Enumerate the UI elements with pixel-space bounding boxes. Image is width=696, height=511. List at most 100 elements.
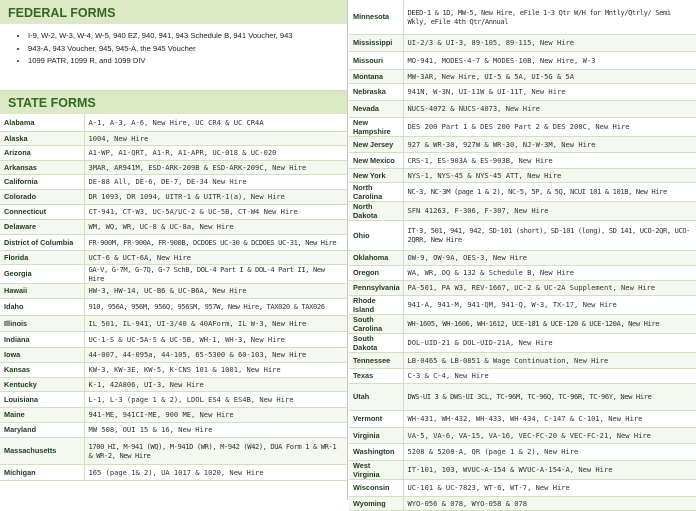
- state-name: Illinois: [0, 315, 85, 332]
- state-forms: NC-3, NC-3M (page 1 & 2), NC-5, 5P, & 5Q…: [403, 182, 696, 202]
- state-name: Oregon: [349, 265, 404, 281]
- state-name: Nevada: [349, 100, 404, 118]
- state-row: Kansas KW-3, KW-3E, KW-5, K-CNS 101 & 100…: [0, 362, 347, 378]
- state-forms: 3MAR, AR941M, ESD-ARK-209B & ESD-ARK-209…: [84, 160, 347, 175]
- federal-form-item: I-9, W-2, W-3, W-4, W-5, 940 EZ, 940, 94…: [28, 30, 341, 43]
- state-row: Delaware WM, WQ, WR, UC-8 & UC-8a, New Hi…: [0, 219, 347, 235]
- state-forms: UC-1-S & UC-5A-S & UC-5B, WH-1, WH-3, Ne…: [84, 331, 347, 348]
- state-row: Maine 941-ME, 941CI-ME, 900 ME, New Hire: [0, 407, 347, 423]
- state-row: New York NYS-1, NYS-45 & NYS-45 ATT, New …: [349, 168, 696, 183]
- state-row: North Dakota SFN 41263, F-306, F-307, New…: [349, 201, 696, 221]
- state-row: North Carolina NC-3, NC-3M (page 1 & 2), …: [349, 182, 696, 202]
- state-name: Minnesota: [349, 0, 404, 35]
- state-row: Rhode Island 941-A, 941-M, 941-QM, 941-Q,…: [349, 295, 696, 315]
- state-name: Virginia: [349, 427, 404, 444]
- state-name: Kansas: [0, 362, 85, 378]
- state-row: Texas C-3 & C-4, New Hire: [349, 368, 696, 384]
- state-name: Indiana: [0, 331, 85, 348]
- state-row: Ohio IT-3, 501, 941, 942, SD-101 (short),…: [349, 220, 696, 251]
- state-forms: IT-101, 103, WVUC-A-154 & WVUC-A-154-A, …: [403, 460, 696, 480]
- state-forms: CT-941, CT-W3, UC-5A/UC-2 & UC-5B, CT-W4…: [84, 204, 347, 220]
- state-forms: WH-431, WH-432, WH-433, WH-434, C-147 & …: [403, 410, 696, 428]
- state-name: Maryland: [0, 422, 85, 438]
- state-name: Alaska: [0, 131, 85, 146]
- state-row: New Hampshire DES 200 Part 1 & DES 200 Pa…: [349, 117, 696, 137]
- state-name: Missouri: [349, 51, 404, 70]
- state-forms-table-left: Alabama A-1, A-3, A-6, New Hire, UC CR4 &…: [0, 114, 347, 481]
- state-forms: HW-3, HW-14, UC-B6 & UC-B6A, New Hire: [84, 283, 347, 299]
- state-name: Alabama: [0, 114, 85, 132]
- state-name: Delaware: [0, 219, 85, 235]
- state-forms: K-1, 42A806, UI-3, New Hire: [84, 377, 347, 392]
- state-name: Nebraska: [349, 83, 404, 101]
- state-forms-heading: STATE FORMS: [0, 90, 347, 114]
- state-name: Kentucky: [0, 377, 85, 392]
- state-forms: NUCS-4072 & NUCS-4073, New Hire: [403, 100, 696, 118]
- state-row: Connecticut CT-941, CT-W3, UC-5A/UC-2 & U…: [0, 204, 347, 220]
- state-name: New York: [349, 168, 404, 183]
- state-row: Alabama A-1, A-3, A-6, New Hire, UC CR4 &…: [0, 114, 347, 132]
- state-row: Wyoming WYO-056 & 078, WYO-058 & 078: [349, 496, 696, 511]
- state-row: Indiana UC-1-S & UC-5A-S & UC-5B, WH-1, W…: [0, 331, 347, 348]
- state-name: Georgia: [0, 264, 85, 284]
- state-name: Wisconsin: [349, 479, 404, 497]
- state-row: Nebraska 941N, W-3N, UI-11W & UI-11T, New…: [349, 83, 696, 101]
- state-forms-table-right: Minnesota DEED-1 & 1D, MW-5, New Hire, eF…: [349, 0, 696, 511]
- state-name: Hawaii: [0, 283, 85, 299]
- state-name: Wyoming: [349, 496, 404, 511]
- state-forms: 910, 956A, 956M, 956Q, 956SM, 957W, New …: [84, 298, 347, 316]
- state-row: Louisiana L-1, L-3 (page 1 & 2), LDOL ES4…: [0, 391, 347, 408]
- state-forms: MO-941, MODES-4-7 & MODES-10B, New Hire,…: [403, 51, 696, 70]
- state-row: California DE-88 All, DE-6, DE-7, DE-34 N…: [0, 174, 347, 190]
- state-row: Georgia GA-V, G-7M, G-7Q, G-7 SchB, DOL-4…: [0, 264, 347, 284]
- state-forms: 941-A, 941-M, 941-QM, 941-Q, W-3, TX-17,…: [403, 295, 696, 315]
- state-row: Iowa 44-007, 44-095a, 44-105, 65-5300 & 6…: [0, 347, 347, 363]
- state-forms: UI-2/3 & UI-3, 89-105, 89-115, New Hire: [403, 34, 696, 52]
- state-row: Maryland MW 508, OUI 15 & 16, New Hire: [0, 422, 347, 438]
- state-row: Pennsylvania PA-501, PA W3, REV-1667, UC-…: [349, 280, 696, 296]
- federal-form-item: 943-A, 943 Voucher, 945, 945-A, the 945 …: [28, 43, 341, 56]
- state-row: Vermont WH-431, WH-432, WH-433, WH-434, C…: [349, 410, 696, 428]
- state-name: Texas: [349, 368, 404, 384]
- state-forms: WM, WQ, WR, UC-8 & UC-8a, New Hire: [84, 219, 347, 235]
- state-row: Utah DWS-UI 3 & DWS-UI 3CL, TC-96M, TC-96…: [349, 383, 696, 411]
- state-row: Colorado DR 1093, DR 1094, UITR-1 & UITR-…: [0, 189, 347, 205]
- state-forms: LB-0465 & LB-0851 & Wage Continuation, N…: [403, 352, 696, 369]
- state-name: Oklahoma: [349, 250, 404, 266]
- state-forms: 1004, New Hire: [84, 131, 347, 146]
- state-name: Iowa: [0, 347, 85, 363]
- state-name: New Mexico: [349, 152, 404, 169]
- state-forms: 1700 HI, M-941 (WQ), M-941D (WR), M-942 …: [84, 437, 347, 465]
- state-row: Alaska 1004, New Hire: [0, 131, 347, 146]
- state-name: Michigan: [0, 464, 85, 481]
- state-forms: C-3 & C-4, New Hire: [403, 368, 696, 384]
- state-forms: WA, WR, OQ & 132 & Schedule B, New Hire: [403, 265, 696, 281]
- state-row: Hawaii HW-3, HW-14, UC-B6 & UC-B6A, New H…: [0, 283, 347, 299]
- state-forms: VA-5, VA-6, VA-15, VA-16, VEC-FC-20 & VE…: [403, 427, 696, 444]
- federal-form-item: 1099 PATR, 1099 R, and 1099 DIV: [28, 55, 341, 68]
- state-forms: 941N, W-3N, UI-11W & UI-11T, New Hire: [403, 83, 696, 101]
- state-forms: DR 1093, DR 1094, UITR-1 & UITR-1(a), Ne…: [84, 189, 347, 205]
- state-forms: 44-007, 44-095a, 44-105, 65-5300 & 60-10…: [84, 347, 347, 363]
- state-row: District of Columbia FR-900M, FR-900A, FR…: [0, 234, 347, 251]
- left-column: FEDERAL FORMS I-9, W-2, W-3, W-4, W-5, 9…: [0, 0, 348, 500]
- state-row: New Jersey 927 & WR-30, 927W & WR-30, NJ-…: [349, 136, 696, 153]
- state-name: California: [0, 174, 85, 190]
- state-forms: A1-WP, A1-QRT, A1-R, A1-APR, UC-018 & UC…: [84, 145, 347, 161]
- state-name: Connecticut: [0, 204, 85, 220]
- state-forms: FR-900M, FR-900A, FR-900B, DCDOES UC-30 …: [84, 234, 347, 251]
- state-name: South Dakota: [349, 333, 404, 353]
- state-name: Arkansas: [0, 160, 85, 175]
- state-forms: DES 200 Part 1 & DES 200 Part 2 & DES 20…: [403, 117, 696, 137]
- state-name: Maine: [0, 407, 85, 423]
- state-row: Idaho 910, 956A, 956M, 956Q, 956SM, 957W,…: [0, 298, 347, 316]
- state-row: Arkansas 3MAR, AR941M, ESD-ARK-209B & ESD…: [0, 160, 347, 175]
- state-row: Arizona A1-WP, A1-QRT, A1-R, A1-APR, UC-0…: [0, 145, 347, 161]
- state-forms: DEED-1 & 1D, MW-5, New Hire, eFile 1-3 Q…: [403, 0, 696, 35]
- state-forms: MW 508, OUI 15 & 16, New Hire: [84, 422, 347, 438]
- state-row: West Virginia IT-101, 103, WVUC-A-154 & W…: [349, 460, 696, 480]
- state-name: Tennessee: [349, 352, 404, 369]
- state-name: Arizona: [0, 145, 85, 161]
- state-forms: DWS-UI 3 & DWS-UI 3CL, TC-96M, TC-96Q, T…: [403, 383, 696, 411]
- state-name: Rhode Island: [349, 295, 404, 315]
